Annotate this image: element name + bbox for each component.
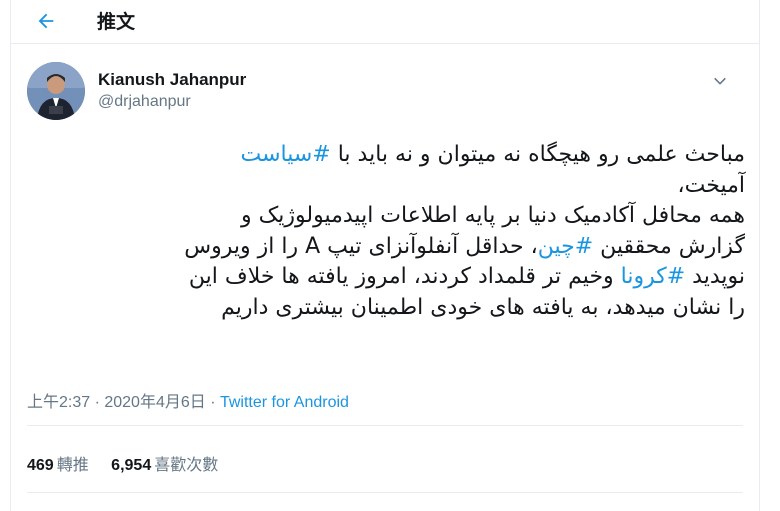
tweet-text-segment: همه محافل آکادمیک دنیا بر پایه اطلاعات ا… [240,203,745,228]
more-options-button[interactable] [709,70,731,92]
retweets-stat[interactable]: 469 轉推 [27,457,89,474]
tweet-source-link[interactable]: Twitter for Android [220,394,349,411]
tweet-stats: 469 轉推 6,954 喜歡次數 [27,451,236,475]
tweet-panel: 推文 Kianush Jahanpur @drjahanpur مباحث عل… [10,0,760,511]
retweets-count: 469 [27,457,54,474]
tweet-line: نوپدید #کرونا وخیم تر قلمداد کردند، امرو… [27,262,745,293]
divider [27,425,743,426]
arrow-left-icon [38,13,54,29]
retweets-label: 轉推 [56,457,89,474]
author-name[interactable]: Kianush Jahanpur [98,70,246,90]
hashtag-link[interactable]: #چین [538,234,593,259]
tweet-line: گزارش محققین #چین، حداقل آنفلوآنزای تیپ … [27,232,745,263]
tweet-text: مباحث علمی رو هیچگاه نه میتوان و نه باید… [27,140,745,323]
chevron-down-icon [714,77,726,85]
page-header: 推文 [11,0,759,44]
page-title: 推文 [97,11,136,33]
tweet-timestamp[interactable]: 上午2:37 · 2020年4月6日 · [27,394,220,411]
tweet-text-segment: وخیم تر قلمداد کردند، امروز یافته ها خلا… [188,264,621,289]
tweet-line: مباحث علمی رو هیچگاه نه میتوان و نه باید… [27,140,745,171]
tweet-meta: 上午2:37 · 2020年4月6日 · Twitter for Android [27,388,349,412]
tweet-line: را نشان میدهد، به یافته های خودی اطمینان… [27,293,745,324]
back-button[interactable] [31,6,61,36]
tweet-text-segment: ، حداقل آنفلوآنزای تیپ A را از ویروس [184,233,538,259]
tweet-text-segment: گزارش محققین [593,233,745,259]
tweet-text-segment: نوپدید [685,264,745,289]
hashtag-link[interactable]: #سیاست [240,142,330,167]
hashtag-link[interactable]: #کرونا [621,264,686,289]
tweet-line: همه محافل آکادمیک دنیا بر پایه اطلاعات ا… [27,201,745,232]
author-handle[interactable]: @drjahanpur [98,93,191,111]
tweet-line: آمیخت، [27,171,745,202]
tweet-text-segment: مباحث علمی رو هیچگاه نه میتوان و نه باید… [330,142,745,167]
likes-stat[interactable]: 6,954 喜歡次數 [111,457,218,474]
likes-count: 6,954 [111,457,152,474]
tweet-text-segment: را نشان میدهد، به یافته های خودی اطمینان… [221,294,745,320]
likes-label: 喜歡次數 [154,457,219,474]
tweet-text-segment: آمیخت، [677,172,745,198]
avatar[interactable] [27,62,85,120]
divider [27,492,743,493]
